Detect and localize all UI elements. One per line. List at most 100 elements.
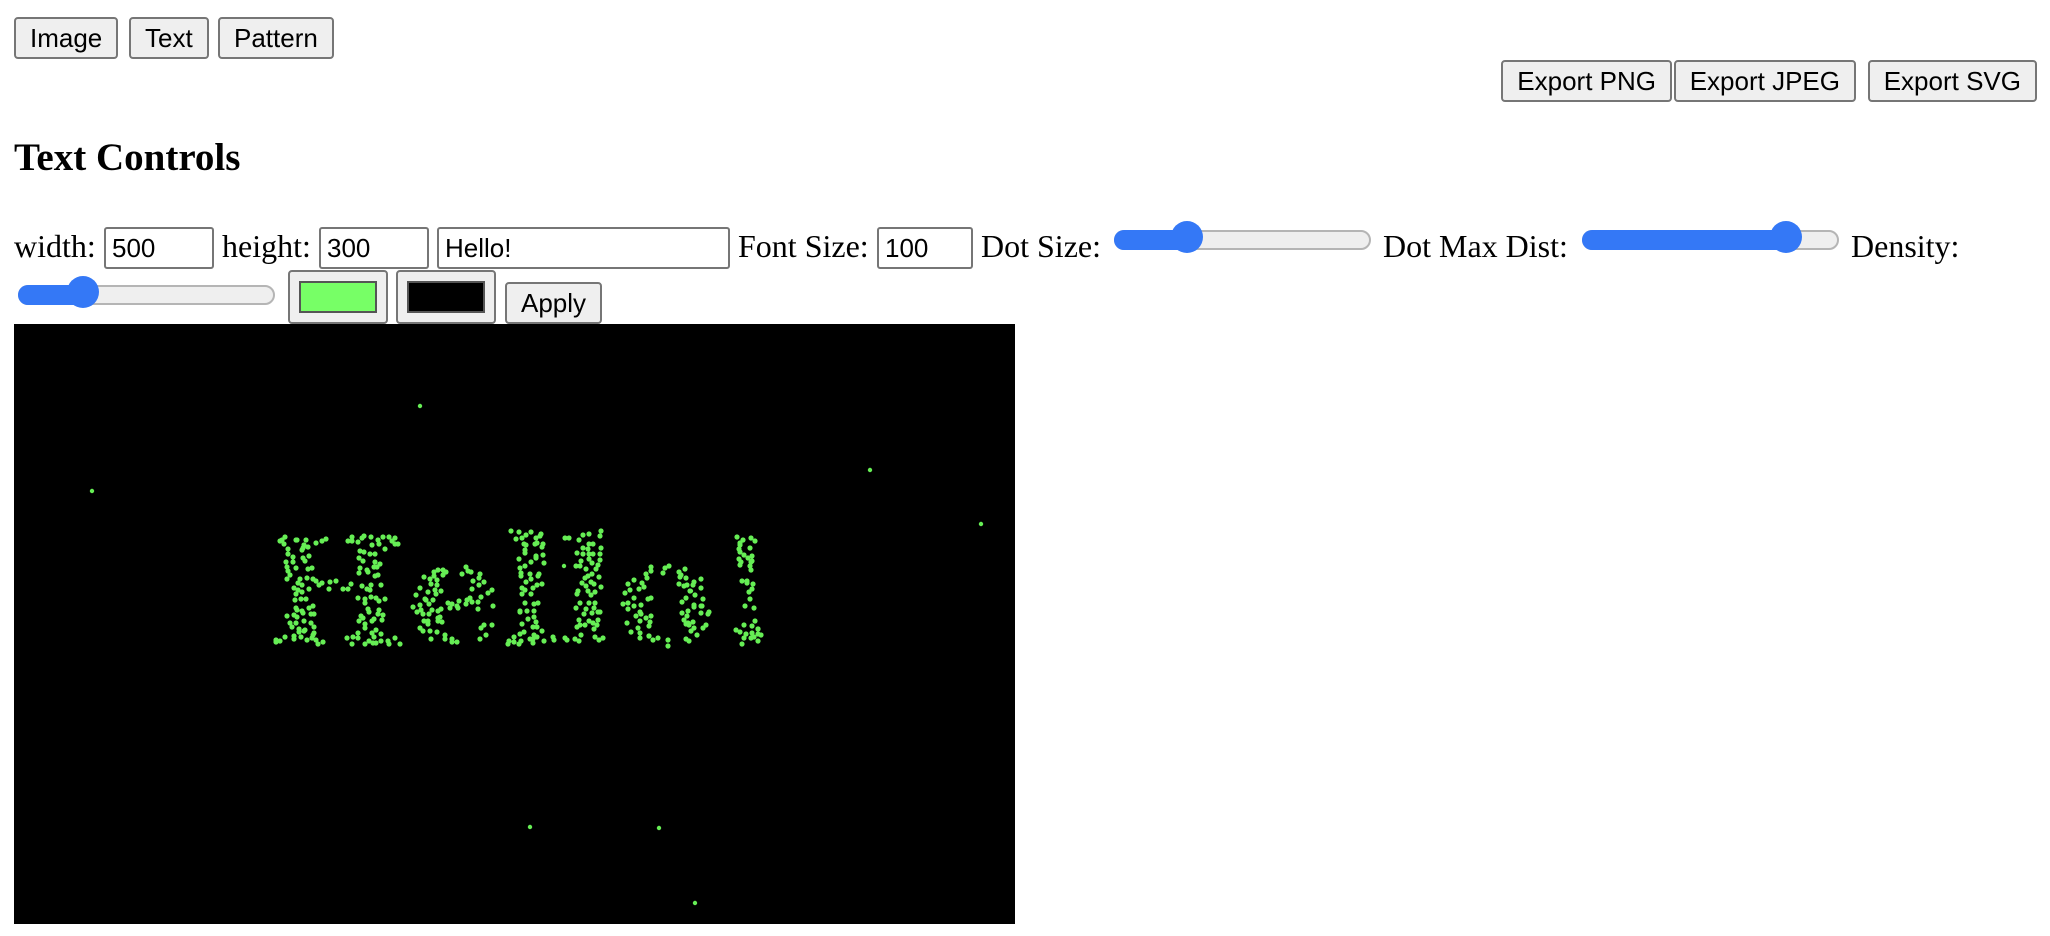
text-dot xyxy=(588,592,594,598)
text-dot xyxy=(580,532,586,538)
text-dot xyxy=(380,612,386,618)
text-dot xyxy=(442,636,448,642)
export-png-button[interactable]: Export PNG xyxy=(1501,60,1672,102)
text-input[interactable] xyxy=(437,227,730,269)
text-dot xyxy=(284,576,290,582)
export-svg-button[interactable]: Export SVG xyxy=(1867,60,2037,102)
text-dot xyxy=(289,624,295,630)
text-dot xyxy=(513,536,519,542)
text-dot xyxy=(748,567,754,573)
text-dot xyxy=(525,616,531,622)
text-dot xyxy=(585,546,591,552)
text-dot xyxy=(646,633,652,639)
text-dot xyxy=(293,565,299,571)
text-dot xyxy=(589,571,595,577)
tab-image[interactable]: Image xyxy=(14,17,119,59)
text-dot xyxy=(376,598,382,604)
font-size-input[interactable] xyxy=(877,227,973,269)
text-dot xyxy=(516,556,522,562)
stray-dot xyxy=(978,521,984,527)
text-dot xyxy=(644,575,650,581)
stray-dot xyxy=(692,900,698,906)
text-dot xyxy=(590,551,596,557)
text-dot xyxy=(749,623,755,629)
text-dot xyxy=(455,605,461,611)
background-color-picker[interactable] xyxy=(396,270,496,324)
text-dot xyxy=(752,538,758,544)
text-dot xyxy=(319,580,325,586)
density-slider-thumb[interactable] xyxy=(67,276,100,308)
text-dot xyxy=(578,558,584,564)
text-dot xyxy=(750,581,756,587)
text-dot xyxy=(537,533,543,539)
text-dot xyxy=(299,582,305,588)
text-dot xyxy=(273,639,279,645)
text-dot xyxy=(578,632,584,638)
text-dot xyxy=(742,603,748,609)
text-dot xyxy=(698,585,704,591)
text-dot xyxy=(636,586,642,592)
text-dot xyxy=(700,596,706,602)
text-dot xyxy=(379,617,385,623)
text-dot xyxy=(311,611,317,617)
text-dot xyxy=(648,595,654,601)
text-dot xyxy=(751,605,757,611)
dot-size-slider[interactable] xyxy=(1114,221,1371,253)
text-dot xyxy=(620,601,626,607)
text-dot xyxy=(583,566,589,572)
text-dot xyxy=(427,576,433,582)
apply-button[interactable]: Apply xyxy=(505,282,603,324)
tab-text[interactable]: Text xyxy=(129,17,209,59)
text-dot xyxy=(282,634,288,640)
dot-max-dist-slider-thumb[interactable] xyxy=(1770,221,1803,253)
height-input[interactable] xyxy=(319,227,429,269)
text-dot xyxy=(581,611,587,617)
text-dot xyxy=(428,581,434,587)
text-dot xyxy=(372,559,378,565)
text-dot xyxy=(637,635,643,641)
text-dot xyxy=(528,576,534,582)
dot-color-picker[interactable] xyxy=(288,270,388,324)
text-dot xyxy=(349,538,355,544)
text-dot xyxy=(551,637,557,643)
text-dot xyxy=(516,641,522,647)
text-dot xyxy=(516,529,522,535)
text-dot xyxy=(372,551,378,557)
width-input[interactable] xyxy=(104,227,214,269)
text-dot xyxy=(591,605,597,611)
text-dot xyxy=(589,610,595,616)
dot-size-slider-thumb[interactable] xyxy=(1170,221,1203,253)
text-dot xyxy=(576,638,582,644)
dot-max-dist-slider[interactable] xyxy=(1582,221,1839,253)
text-dot xyxy=(690,582,696,588)
tab-pattern[interactable]: Pattern xyxy=(218,17,334,59)
text-dot xyxy=(315,641,321,647)
text-dot xyxy=(685,608,691,614)
text-dot xyxy=(306,553,312,559)
text-dot xyxy=(580,545,586,551)
export-jpeg-button[interactable]: Export JPEG xyxy=(1673,60,1856,102)
stray-dot xyxy=(561,563,567,569)
text-dot xyxy=(576,537,582,543)
text-dot xyxy=(290,559,296,565)
text-dot xyxy=(541,560,547,566)
text-dot xyxy=(373,627,379,633)
text-dot xyxy=(476,582,482,588)
text-dot xyxy=(365,569,371,575)
text-dot xyxy=(425,589,431,595)
dot-size-label: Dot Size: xyxy=(981,228,1101,264)
background-color-swatch xyxy=(407,281,485,313)
text-dot xyxy=(355,595,361,601)
density-slider[interactable] xyxy=(18,276,275,308)
text-dot xyxy=(686,638,692,644)
text-dot xyxy=(320,639,326,645)
text-dot xyxy=(574,550,580,556)
text-dot xyxy=(527,571,533,577)
stray-dot xyxy=(656,825,662,831)
stray-dot xyxy=(867,467,873,473)
text-dot xyxy=(438,606,444,612)
text-dot xyxy=(475,599,481,605)
text-dot xyxy=(628,629,634,635)
text-dot xyxy=(648,613,654,619)
text-dot xyxy=(285,546,291,552)
